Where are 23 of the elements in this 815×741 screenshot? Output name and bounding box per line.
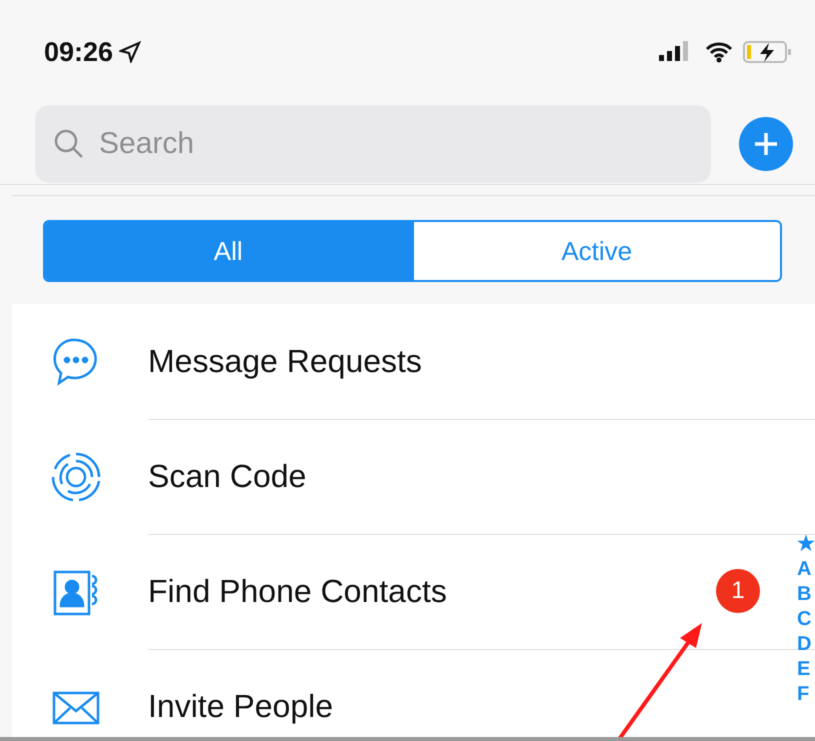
menu-item-label[interactable]: Scan Code [148,458,760,494]
menu-item-label[interactable]: Find Phone Contacts [148,572,716,610]
scan-code-icon [50,450,102,502]
index-letter[interactable]: E [797,657,810,682]
index-letter[interactable]: A [797,557,812,582]
add-button[interactable] [739,117,793,171]
battery-charging-icon [743,40,793,64]
menu-item-label[interactable]: Invite People [148,688,760,725]
search-icon [53,128,85,160]
index-letter[interactable]: B [797,582,812,607]
index-letter[interactable]: ★ [797,532,815,557]
location-arrow-icon [119,41,142,63]
wifi-icon [705,41,733,63]
segment-tab[interactable]: All [45,222,412,280]
plus-icon [753,131,779,157]
index-letter[interactable]: C [797,607,812,632]
notification-badge: 1 [716,569,760,613]
index-letter[interactable]: D [797,632,812,657]
menu-item-label[interactable]: Message Requests [148,342,760,380]
index-letter[interactable]: F [797,682,810,707]
segment-tab[interactable]: Active [412,222,780,280]
search-field[interactable]: Search [35,105,711,183]
status-time: 09:26 [44,36,114,68]
